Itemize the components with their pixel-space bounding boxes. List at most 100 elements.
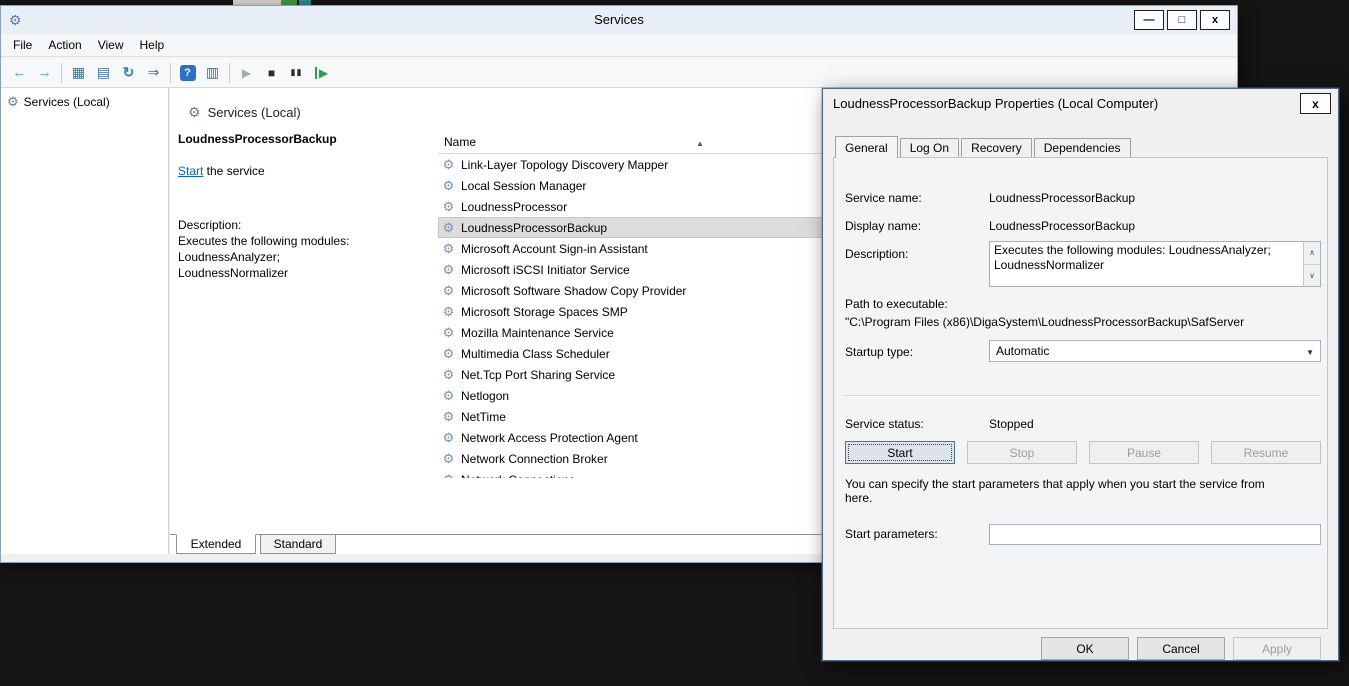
description-label: Description: [178, 218, 241, 232]
service-row-label: Netlogon [461, 389, 509, 403]
refresh-button[interactable]: ↻ [116, 60, 141, 85]
service-icon: ⚙ [441, 283, 456, 299]
restart-service-button[interactable]: ▶ [309, 60, 334, 85]
service-row-label: Microsoft Storage Spaces SMP [461, 305, 628, 319]
service-row-label: Microsoft iSCSI Initiator Service [461, 263, 630, 277]
help-icon: ? [180, 65, 196, 81]
tab-general[interactable]: General [835, 136, 898, 158]
forward-icon: → [37, 64, 52, 81]
minimize-button[interactable]: — [1134, 10, 1164, 30]
service-icon: ⚙ [441, 472, 456, 479]
path-to-executable-label: Path to executable: [845, 297, 948, 311]
menu-help[interactable]: Help [132, 34, 173, 56]
display-name-label: Display name: [845, 219, 921, 233]
description-line: Executes the following modules: [178, 234, 349, 248]
service-icon: ⚙ [441, 346, 456, 362]
back-button[interactable]: ← [7, 60, 32, 85]
tab-log-on[interactable]: Log On [900, 138, 959, 157]
services-node-icon: ⚙ [7, 94, 19, 110]
stop-service-button[interactable]: ■ [259, 60, 284, 85]
ok-button[interactable]: OK [1041, 637, 1129, 660]
chevron-down-icon: ▼ [1306, 348, 1314, 357]
forward-button[interactable]: → [32, 60, 57, 85]
service-icon: ⚙ [441, 367, 456, 383]
service-row-label: Link-Layer Topology Discovery Mapper [461, 158, 668, 172]
close-button[interactable]: x [1200, 10, 1230, 30]
menu-file[interactable]: File [5, 34, 40, 56]
start-parameters-label: Start parameters: [845, 527, 938, 541]
properties-button[interactable]: ▤ [91, 60, 116, 85]
pause-button: Pause [1089, 441, 1199, 464]
back-icon: ← [12, 64, 27, 81]
service-icon: ⚙ [441, 241, 456, 257]
start-parameters-input[interactable] [989, 524, 1321, 545]
service-icon: ⚙ [441, 220, 456, 236]
view-header-title: Services (Local) [208, 105, 301, 120]
service-icon: ⚙ [441, 157, 456, 173]
title-bar[interactable]: ⚙ Services — □ x [1, 6, 1237, 34]
service-row-label: Mozilla Maintenance Service [461, 326, 614, 340]
group-separator [845, 395, 1321, 397]
startup-type-value: Automatic [990, 341, 1320, 361]
description-text: Executes the following modules: Loudness… [990, 242, 1303, 286]
properties-icon: ▤ [97, 64, 110, 81]
resume-button: Resume [1211, 441, 1321, 464]
display-name-value: LoudnessProcessorBackup [989, 219, 1135, 233]
dialog-close-button[interactable]: x [1300, 93, 1331, 114]
pause-service-icon: ▮▮ [291, 67, 303, 78]
toolbar: ← → ▦ ▤ ↻ ⇒ ? ▥ ▶ ■ ▮▮ ▶ [1, 58, 1237, 88]
menu-view[interactable]: View [90, 34, 132, 56]
show-console-tree-button[interactable]: ▦ [66, 60, 91, 85]
start-parameters-hint: You can specify the start parameters tha… [845, 477, 1277, 505]
start-service-text: the service [203, 164, 264, 178]
service-icon: ⚙ [441, 388, 456, 404]
start-service-link[interactable]: Start [178, 164, 203, 178]
tree-item-services-local[interactable]: ⚙ Services (Local) [1, 88, 168, 110]
service-status-value: Stopped [989, 417, 1034, 431]
maximize-button[interactable]: □ [1167, 10, 1197, 30]
stop-button: Stop [967, 441, 1077, 464]
tab-extended[interactable]: Extended [176, 534, 256, 554]
service-row-label: Network Connection Broker [461, 452, 608, 466]
services-header-icon: ⚙ [188, 104, 201, 121]
service-name-label: Service name: [845, 191, 922, 205]
export-list-icon: ⇒ [148, 64, 160, 81]
dialog-title: LoudnessProcessorBackup Properties (Loca… [833, 96, 1158, 111]
service-row-label: LoudnessProcessor [461, 200, 567, 214]
cancel-button[interactable]: Cancel [1137, 637, 1225, 660]
description-line: LoudnessAnalyzer; [178, 250, 280, 264]
service-icon: ⚙ [441, 178, 456, 194]
toolbar-separator [61, 63, 62, 83]
service-row-label: Network Connections [461, 473, 575, 479]
start-service-button[interactable]: ▶ [234, 60, 259, 85]
pause-service-button[interactable]: ▮▮ [284, 60, 309, 85]
sort-ascending-icon: ▲ [696, 133, 704, 154]
description-line: LoudnessNormalizer [178, 266, 288, 280]
description-label: Description: [845, 247, 908, 261]
service-row-label: Local Session Manager [461, 179, 586, 193]
service-row-label: LoudnessProcessorBackup [461, 221, 607, 235]
export-list-button[interactable]: ⇒ [141, 60, 166, 85]
start-button[interactable]: Start [845, 441, 955, 464]
menu-bar: File Action View Help [1, 34, 1237, 57]
tab-dependencies[interactable]: Dependencies [1034, 138, 1131, 157]
startup-type-label: Startup type: [845, 345, 913, 359]
scroll-down-button[interactable]: ∨ [1304, 265, 1320, 287]
scroll-up-button[interactable]: ∧ [1304, 242, 1320, 265]
service-row-label: Network Access Protection Agent [461, 431, 638, 445]
startup-type-dropdown[interactable]: Automatic ▼ [989, 340, 1321, 362]
service-row-label: Net.Tcp Port Sharing Service [461, 368, 615, 382]
extended-view-button[interactable]: ▥ [200, 60, 225, 85]
tab-standard[interactable]: Standard [260, 535, 336, 554]
tab-recovery[interactable]: Recovery [961, 138, 1032, 157]
help-button[interactable]: ? [175, 60, 200, 85]
description-field[interactable]: Executes the following modules: Loudness… [989, 241, 1321, 287]
service-icon: ⚙ [441, 325, 456, 341]
restart-service-icon: ▶ [315, 67, 328, 79]
menu-action[interactable]: Action [40, 34, 89, 56]
service-row-label: Multimedia Class Scheduler [461, 347, 610, 361]
service-row-label: Microsoft Account Sign-in Assistant [461, 242, 648, 256]
start-service-line: Start the service [178, 164, 265, 178]
properties-dialog: LoudnessProcessorBackup Properties (Loca… [822, 88, 1339, 661]
service-icon: ⚙ [441, 451, 456, 467]
